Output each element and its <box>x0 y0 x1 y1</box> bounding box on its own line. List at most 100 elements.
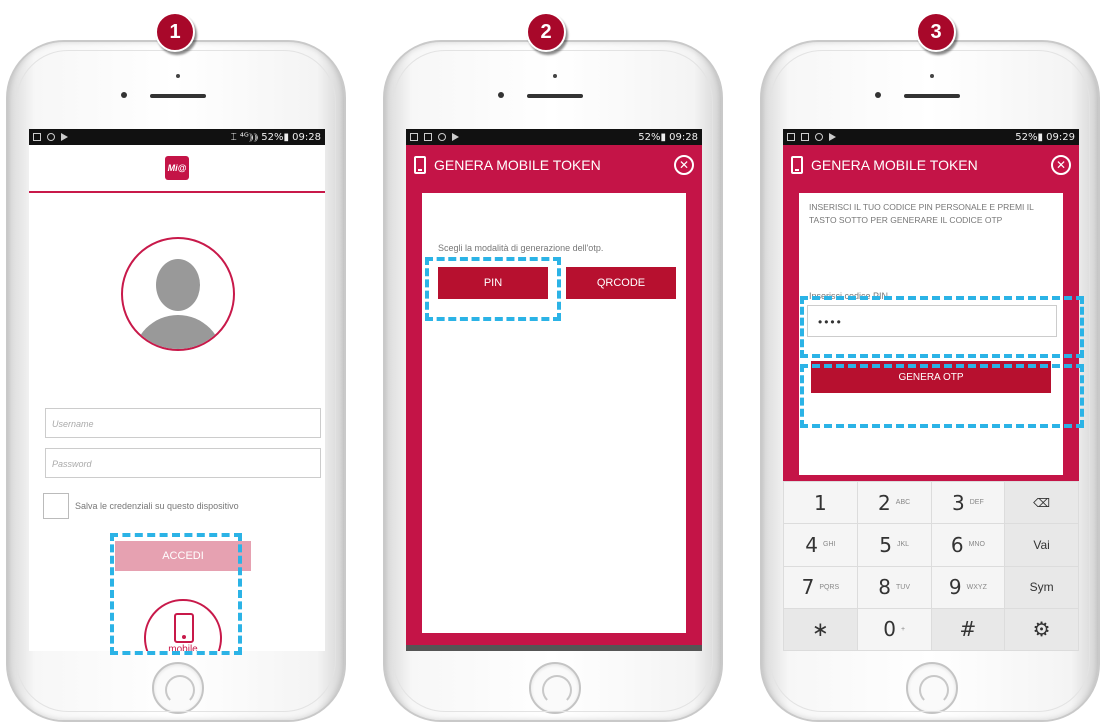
status-bar: ⌶ ⁴ᴳ⸩⸩ 52%▮ 09:28 <box>29 129 325 145</box>
key-digit: 7 <box>801 575 815 600</box>
key-letters: JKL <box>896 541 910 549</box>
screen-choose-mode: 52%▮ 09:28 GENERA MOBILE TOKEN ✕ Scegli … <box>406 129 702 651</box>
home-button[interactable] <box>906 662 958 714</box>
key-digit: 0 <box>883 617 896 642</box>
highlight-pin-input <box>800 296 1084 358</box>
gallery-icon <box>410 133 418 141</box>
earpiece <box>527 94 583 98</box>
sensor-dot <box>930 74 934 78</box>
hash-icon: # <box>959 617 977 642</box>
nav-bar <box>406 645 702 651</box>
key-letters: WXYZ <box>966 583 987 591</box>
asterisk-icon: ∗ <box>811 617 829 642</box>
key-6[interactable]: 6 MNO <box>931 524 1005 566</box>
dialog-title: GENERA MOBILE TOKEN <box>434 157 601 173</box>
gear-icon: ⚙ <box>1032 617 1051 642</box>
key-letters: ABC <box>895 499 911 507</box>
front-camera <box>498 92 504 98</box>
key-label: Sym <box>1029 580 1054 595</box>
qrcode-button[interactable]: QRCODE <box>566 267 676 299</box>
status-time: 52%▮ 09:29 <box>1015 131 1075 143</box>
highlight-mobile-token <box>110 533 242 655</box>
shield-icon <box>438 133 446 141</box>
key-digit: 1 <box>814 490 827 515</box>
key-0[interactable]: 0 + <box>857 608 931 650</box>
play-icon <box>829 133 836 141</box>
key-letters: PQRS <box>819 583 840 591</box>
key-digit: 4 <box>805 532 819 557</box>
play-icon <box>61 133 68 141</box>
step-badge-2: 2 <box>526 12 566 52</box>
home-button[interactable] <box>529 662 581 714</box>
front-camera <box>121 92 127 98</box>
key-backspace[interactable]: ⌫ <box>1005 482 1078 524</box>
phone-2: 52%▮ 09:28 GENERA MOBILE TOKEN ✕ Scegli … <box>383 40 723 722</box>
avatar <box>121 237 235 351</box>
highlight-pin <box>425 257 561 321</box>
gallery-icon <box>787 133 795 141</box>
step-badge-1: 1 <box>155 12 195 52</box>
key-letters: TUV <box>895 583 910 591</box>
key-digit: 2 <box>878 490 891 515</box>
earpiece <box>150 94 206 98</box>
close-icon[interactable]: ✕ <box>1051 155 1071 175</box>
key-digit: 5 <box>879 532 892 557</box>
phone-icon <box>414 156 426 174</box>
key-settings[interactable]: ⚙ <box>1005 608 1078 650</box>
key-4[interactable]: 4 GHI <box>784 524 857 566</box>
close-icon[interactable]: ✕ <box>674 155 694 175</box>
gallery-icon <box>801 133 809 141</box>
instruction-text: INSERISCI IL TUO CODICE PIN PERSONALE E … <box>809 202 1034 225</box>
phone-icon <box>791 156 803 174</box>
key-digit: 9 <box>948 575 962 600</box>
shield-icon <box>815 133 823 141</box>
instruction-text: Scegli la modalità di generazione dell'o… <box>438 243 604 253</box>
key-digit: 8 <box>878 575 891 600</box>
remember-label: Salva le credenziali su questo dispositi… <box>75 501 239 511</box>
key-letters: + <box>900 625 906 633</box>
key-1[interactable]: 1 <box>784 482 857 524</box>
sensor-dot <box>553 74 557 78</box>
username-input[interactable]: Username <box>45 408 321 438</box>
home-button[interactable] <box>152 662 204 714</box>
key-9[interactable]: 9 WXYZ <box>931 566 1005 608</box>
backspace-icon: ⌫ <box>1033 495 1051 510</box>
status-time: ⌶ ⁴ᴳ⸩⸩ 52%▮ 09:28 <box>230 131 321 143</box>
step-badge-3: 3 <box>916 12 956 52</box>
key-star[interactable]: ∗ <box>784 608 857 650</box>
gallery-icon <box>424 133 432 141</box>
key-sym[interactable]: Sym <box>1005 566 1078 608</box>
sensor-dot <box>176 74 180 78</box>
app-header: Mi@ <box>29 145 325 193</box>
status-time: 52%▮ 09:28 <box>638 131 698 143</box>
key-digit: 6 <box>950 532 964 557</box>
key-digit: 3 <box>952 490 965 515</box>
key-5[interactable]: 5 JKL <box>857 524 931 566</box>
key-label: Vai <box>1033 537 1050 552</box>
status-bar: 52%▮ 09:29 <box>783 129 1079 145</box>
dialog-header: GENERA MOBILE TOKEN ✕ <box>406 145 702 185</box>
key-letters: GHI <box>823 541 836 549</box>
shield-icon <box>47 133 55 141</box>
key-letters: DEF <box>969 499 984 507</box>
front-camera <box>875 92 881 98</box>
key-2[interactable]: 2 ABC <box>857 482 931 524</box>
play-icon <box>452 133 459 141</box>
status-bar: 52%▮ 09:28 <box>406 129 702 145</box>
key-hash[interactable]: # <box>931 608 1005 650</box>
avatar-head-icon <box>156 259 200 311</box>
password-input[interactable]: Password <box>45 448 321 478</box>
avatar-body-icon <box>133 315 223 349</box>
remember-checkbox[interactable] <box>43 493 69 519</box>
key-vai[interactable]: Vai <box>1005 524 1078 566</box>
key-8[interactable]: 8 TUV <box>857 566 931 608</box>
gallery-icon <box>33 133 41 141</box>
dialog-header: GENERA MOBILE TOKEN ✕ <box>783 145 1079 185</box>
highlight-generate-otp <box>800 364 1084 428</box>
key-letters: MNO <box>968 541 985 549</box>
key-3[interactable]: 3 DEF <box>931 482 1005 524</box>
numeric-keypad: 1 2 ABC 3 DEF ⌫ 4 GHI 5 JKL 6 MNO Vai 7 PQRS 8… <box>783 481 1079 651</box>
key-7[interactable]: 7 PQRS <box>784 566 857 608</box>
app-logo: Mi@ <box>165 156 189 180</box>
dialog-title: GENERA MOBILE TOKEN <box>811 157 978 173</box>
